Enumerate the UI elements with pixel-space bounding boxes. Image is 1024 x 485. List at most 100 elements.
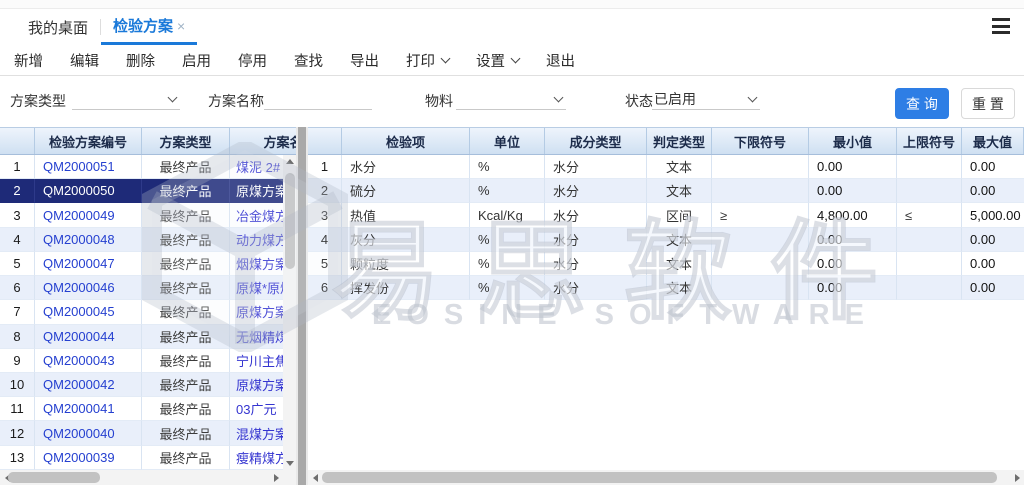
column-header-component-type[interactable]: 成分类型: [545, 128, 647, 154]
content-area: 检验方案编号 方案类型 方案名称 1QM2000051最终产品煤泥 2#2QM2…: [0, 127, 1024, 485]
column-header-min-value[interactable]: 最小值: [809, 128, 897, 154]
table-row[interactable]: 8QM2000044最终产品无烟精煤: [0, 325, 283, 349]
judge-type: 文本: [647, 276, 712, 300]
scroll-down-icon[interactable]: [283, 457, 296, 470]
panel-splitter[interactable]: [296, 127, 308, 485]
upper-limit-symbol: [897, 179, 962, 203]
horizontal-scrollbar[interactable]: [308, 470, 1024, 485]
judge-type: 文本: [647, 155, 712, 179]
toolbar-button-enable[interactable]: 启用: [182, 50, 211, 71]
plan-name-field: [264, 86, 372, 110]
table-row[interactable]: 2QM2000050最终产品原煤方案: [0, 179, 283, 203]
min-value: 4,800.00: [809, 203, 897, 227]
reset-button[interactable]: 重 置: [961, 88, 1015, 119]
column-header-upper-symbol[interactable]: 上限符号: [897, 128, 962, 154]
plan-type: 最终产品: [142, 446, 230, 470]
tab-inspection-plan[interactable]: 检验方案 ×: [101, 9, 197, 45]
table-row[interactable]: 9QM2000043最终产品宁川主焦: [0, 349, 283, 373]
scroll-up-icon[interactable]: [283, 155, 296, 168]
material-dropdown[interactable]: [456, 86, 566, 110]
component-type: 水分: [545, 228, 647, 252]
toolbar-button-add[interactable]: 新增: [14, 50, 43, 71]
scroll-right-icon[interactable]: [1010, 470, 1024, 485]
toolbar-button-delete[interactable]: 删除: [126, 50, 155, 71]
lower-limit-symbol: [712, 155, 809, 179]
plan-type: 最终产品: [142, 421, 230, 445]
table-row[interactable]: 3QM2000049最终产品冶金煤方案: [0, 203, 283, 227]
row-number: 3: [308, 203, 342, 227]
table-row[interactable]: 4QM2000048最终产品动力煤方案: [0, 228, 283, 252]
filter-bar: 方案类型 方案名称 物料 状态 已启用 查 询 重 置: [0, 76, 1024, 127]
toolbar-button-edit[interactable]: 编辑: [70, 50, 99, 71]
material-label: 物料: [425, 91, 453, 111]
plan-id: QM2000043: [35, 349, 142, 373]
scroll-left-icon[interactable]: [308, 470, 322, 485]
horizontal-scrollbar[interactable]: [0, 470, 283, 485]
table-row[interactable]: 1QM2000051最终产品煤泥 2#: [0, 155, 283, 179]
close-icon[interactable]: ×: [177, 18, 185, 34]
min-value: 0.00: [809, 276, 897, 300]
plan-name: 冶金煤方案: [230, 203, 283, 227]
toolbar-button-label: 导出: [350, 50, 379, 71]
table-row[interactable]: 5颗粒度%水分文本0.000.00: [308, 252, 1024, 276]
scrollbar-thumb[interactable]: [285, 173, 295, 269]
row-number: 11: [0, 397, 35, 421]
column-header-plan-type[interactable]: 方案类型: [142, 128, 230, 154]
status-dropdown[interactable]: 已启用: [652, 86, 760, 110]
column-header-max-value[interactable]: 最大值: [962, 128, 1024, 154]
scrollbar-thumb[interactable]: [322, 472, 997, 483]
plan-name: 原煤方案: [230, 300, 283, 324]
column-header-unit[interactable]: 单位: [470, 128, 545, 154]
table-row[interactable]: 2硫分%水分文本0.000.00: [308, 179, 1024, 203]
max-value: 0.00: [962, 179, 1024, 203]
top-strip: [0, 0, 1024, 9]
unit: %: [470, 155, 545, 179]
table-row[interactable]: 11QM2000041最终产品03广元: [0, 397, 283, 421]
column-header-plan-name[interactable]: 方案名称: [230, 128, 296, 154]
table-row[interactable]: 12QM2000040最终产品混煤方案: [0, 421, 283, 445]
upper-limit-symbol: [897, 155, 962, 179]
plan-name-input[interactable]: [264, 86, 372, 109]
tab-my-desktop[interactable]: 我的桌面: [16, 9, 100, 45]
row-number: 1: [0, 155, 35, 179]
query-button[interactable]: 查 询: [895, 88, 949, 119]
row-number: 4: [308, 228, 342, 252]
upper-limit-symbol: [897, 252, 962, 276]
row-number: 5: [0, 252, 35, 276]
column-header-judge-type[interactable]: 判定类型: [647, 128, 712, 154]
plans-table-panel: 检验方案编号 方案类型 方案名称 1QM2000051最终产品煤泥 2#2QM2…: [0, 127, 296, 485]
table-row[interactable]: 10QM2000042最终产品原煤方案: [0, 373, 283, 397]
judge-type: 区间: [647, 203, 712, 227]
column-header-rownum[interactable]: [308, 128, 342, 154]
plan-type-dropdown[interactable]: [72, 86, 180, 110]
tab-label: 检验方案: [113, 15, 173, 36]
plan-name: 原煤方案: [230, 179, 283, 203]
plan-type: 最终产品: [142, 349, 230, 373]
toolbar-button-disable[interactable]: 停用: [238, 50, 267, 71]
table-row[interactable]: 6挥发份%水分文本0.000.00: [308, 276, 1024, 300]
toolbar-button-find[interactable]: 查找: [294, 50, 323, 71]
toolbar-button-print[interactable]: 打印: [406, 50, 449, 71]
scroll-right-icon[interactable]: [269, 470, 283, 485]
column-header-item[interactable]: 检验项: [342, 128, 470, 154]
toolbar-button-settings[interactable]: 设置: [476, 50, 519, 71]
column-header-plan-id[interactable]: 检验方案编号: [35, 128, 142, 154]
toolbar-button-export[interactable]: 导出: [350, 50, 379, 71]
table-row[interactable]: 3热值Kcal/Kg水分区间≥4,800.00≤5,000.00: [308, 203, 1024, 227]
max-value: 0.00: [962, 228, 1024, 252]
table-row[interactable]: 1水分%水分文本0.000.00: [308, 155, 1024, 179]
toolbar-button-exit[interactable]: 退出: [546, 50, 575, 71]
table-row[interactable]: 7QM2000045最终产品原煤方案: [0, 300, 283, 324]
table-row[interactable]: 4灰分%水分文本0.000.00: [308, 228, 1024, 252]
menu-icon[interactable]: [992, 18, 1010, 34]
scrollbar-thumb[interactable]: [8, 472, 100, 483]
table-row[interactable]: 5QM2000047最终产品烟煤方案: [0, 252, 283, 276]
min-value: 0.00: [809, 252, 897, 276]
row-number: 2: [0, 179, 35, 203]
column-header-lower-symbol[interactable]: 下限符号: [712, 128, 809, 154]
table-row[interactable]: 6QM2000046最终产品原煤*原煤: [0, 276, 283, 300]
tab-label: 我的桌面: [28, 17, 88, 38]
column-header-rownum[interactable]: [0, 128, 35, 154]
vertical-scrollbar[interactable]: [283, 155, 296, 470]
table-row[interactable]: 13QM2000039最终产品瘦精煤方案: [0, 446, 283, 470]
